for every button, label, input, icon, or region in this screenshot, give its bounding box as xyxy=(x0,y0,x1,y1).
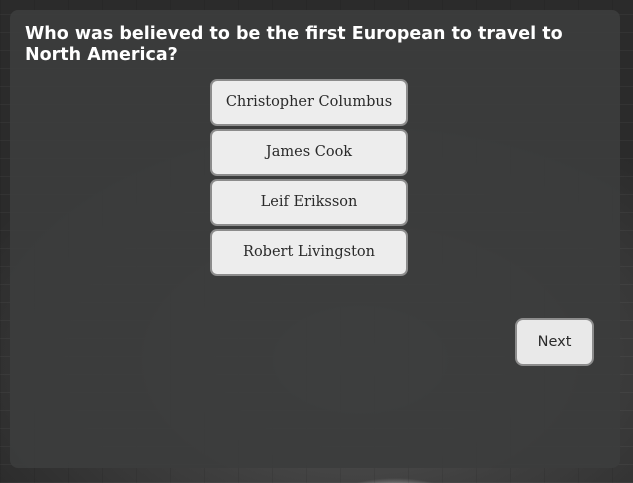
next-button[interactable]: Next xyxy=(515,318,594,366)
answer-option-robert-livingston[interactable]: Robert Livingston xyxy=(210,229,408,276)
answer-option-leif-eriksson[interactable]: Leif Eriksson xyxy=(210,179,408,226)
answer-option-christopher-columbus[interactable]: Christopher Columbus xyxy=(210,79,408,126)
quiz-panel: Who was believed to be the first Europea… xyxy=(10,10,620,468)
question-text: Who was believed to be the first Europea… xyxy=(25,24,563,65)
answer-options: Christopher Columbus James Cook Leif Eri… xyxy=(210,79,408,279)
answer-option-james-cook[interactable]: James Cook xyxy=(210,129,408,176)
